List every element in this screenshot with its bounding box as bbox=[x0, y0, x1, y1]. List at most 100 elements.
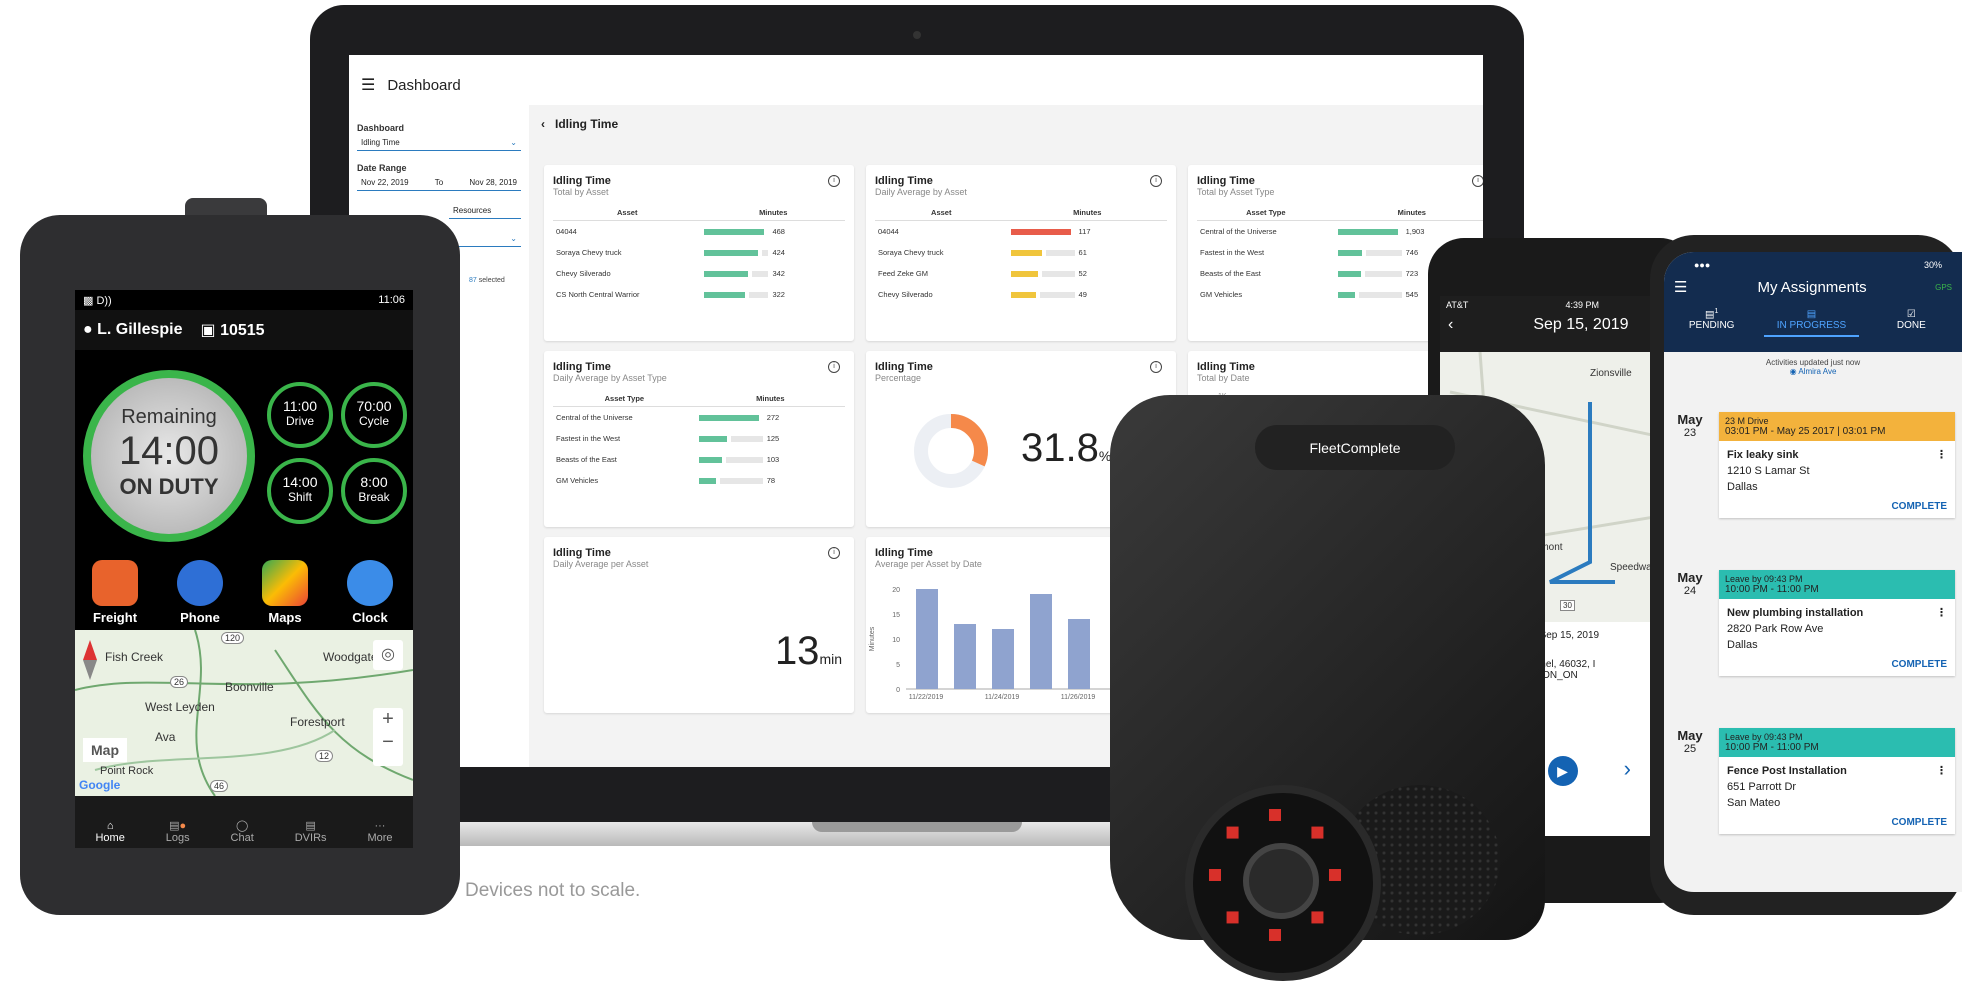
column-header: Asset Type bbox=[553, 391, 696, 407]
card-title: Idling Time bbox=[875, 175, 933, 187]
row-name: Feed Zeke GM bbox=[878, 269, 929, 278]
value-bar bbox=[1010, 292, 1036, 299]
row-name: Central of the Universe bbox=[556, 413, 633, 422]
phone-status: AT&T 4:39 PM bbox=[1446, 300, 1599, 310]
breadcrumb[interactable]: ‹ Idling Time bbox=[541, 117, 618, 131]
tab-in-progress[interactable]: ▤ IN PROGRESS bbox=[1763, 305, 1860, 338]
value-bar bbox=[704, 229, 765, 236]
locate-icon[interactable]: ◎ bbox=[373, 640, 403, 670]
road-label: 12 bbox=[315, 750, 334, 762]
app-phone[interactable]: Phone bbox=[170, 560, 230, 625]
menu-icon[interactable]: ☰ bbox=[1674, 278, 1687, 296]
status-bar: ▩ D)) 11:06 bbox=[75, 290, 413, 310]
job-header: Leave by 09:43 PM 10:00 PM - 11:00 PM bbox=[1719, 570, 1955, 599]
ir-led bbox=[1269, 809, 1281, 821]
table-row[interactable]: 04044 117 bbox=[875, 221, 1167, 243]
dashboard-select[interactable]: Idling Time ⌄ bbox=[357, 135, 521, 151]
x-tick-label: 11/24/2019 bbox=[985, 694, 1020, 701]
info-icon[interactable]: i bbox=[1150, 175, 1162, 187]
dashboard-card[interactable]: Idling Time Daily Average by Asset Type … bbox=[544, 351, 854, 527]
nav-dvirs[interactable]: ▤ DVIRs bbox=[295, 819, 327, 844]
next-icon[interactable]: › bbox=[1624, 756, 1631, 781]
ir-leds bbox=[1209, 809, 1341, 941]
nav-home[interactable]: ⌂ Home bbox=[95, 820, 124, 844]
row-name: Fastest in the West bbox=[556, 434, 621, 443]
app-clock[interactable]: Clock bbox=[340, 560, 400, 625]
row-value: 723 bbox=[1405, 269, 1419, 278]
google-logo: Google bbox=[79, 778, 121, 792]
road-label: 120 bbox=[221, 632, 245, 644]
row-value: 424 bbox=[772, 248, 785, 257]
check-icon: ☑ bbox=[1906, 309, 1916, 321]
column-header: Asset bbox=[875, 205, 1008, 221]
complete-button[interactable]: COMPLETE bbox=[1719, 659, 1955, 676]
more-vert-icon[interactable]: ⋮ bbox=[1936, 763, 1947, 779]
dashboard-card[interactable]: Idling Time Total by Asset i Asset Minutes… bbox=[544, 165, 854, 341]
nav-chat[interactable]: ◯ Chat bbox=[231, 819, 254, 844]
info-icon[interactable]: i bbox=[1150, 361, 1162, 373]
nav-more[interactable]: ··· More bbox=[367, 820, 392, 844]
info-icon[interactable]: i bbox=[1472, 175, 1483, 187]
tab-done[interactable]: ☑ DONE bbox=[1864, 305, 1959, 335]
table-row[interactable]: Chevy Silverado 49 bbox=[875, 284, 1167, 305]
info-icon[interactable]: i bbox=[828, 175, 840, 187]
more-icon: ··· bbox=[374, 820, 386, 832]
job-header: 23 M Drive 03:01 PM - May 25 2017 | 03:01… bbox=[1719, 412, 1955, 441]
card-subtitle: Percentage bbox=[875, 373, 922, 383]
table-row[interactable]: Chevy Silverado 342 bbox=[553, 263, 845, 284]
info-icon[interactable]: i bbox=[828, 547, 840, 559]
app-maps[interactable]: Maps bbox=[255, 560, 315, 625]
compass-icon[interactable] bbox=[83, 640, 97, 680]
dashboard-card[interactable]: Idling Time Daily Average per Asset i 13m… bbox=[544, 537, 854, 713]
info-icon[interactable]: i bbox=[828, 361, 840, 373]
app-freight[interactable]: Freight bbox=[85, 560, 145, 625]
resources-field[interactable]: Resources bbox=[449, 203, 521, 219]
road-label: 26 bbox=[170, 676, 189, 688]
dashboard-card[interactable]: Idling Time Daily Average by Asset i Asse… bbox=[866, 165, 1176, 341]
menu-icon[interactable]: ☰ bbox=[361, 75, 375, 95]
table-row[interactable]: Feed Zeke GM 52 bbox=[875, 263, 1167, 284]
tab-pending[interactable]: ▤1 PENDING bbox=[1664, 304, 1759, 335]
back-chevron-icon[interactable]: ‹ bbox=[541, 117, 545, 131]
back-icon[interactable]: ‹ bbox=[1448, 316, 1453, 334]
table-row[interactable]: GM Vehicles 78 bbox=[553, 470, 845, 491]
table-row[interactable]: Central of the Universe 1,903 bbox=[1197, 221, 1483, 243]
remaining-time: 14:00 bbox=[118, 429, 220, 473]
table-row[interactable]: CS North Central Warrior 322 bbox=[553, 284, 845, 305]
resources-select[interactable]: ⌄ bbox=[449, 231, 521, 247]
table-row[interactable]: Soraya Chevy truck 61 bbox=[875, 242, 1167, 263]
drive-ring[interactable]: 11:00 Drive bbox=[267, 382, 333, 448]
table-row[interactable]: Fastest in the West 125 bbox=[553, 428, 845, 449]
play-icon[interactable]: ▶ bbox=[1547, 756, 1578, 786]
zoom-out-icon[interactable]: − bbox=[373, 731, 403, 754]
place-label: Zionsville bbox=[1590, 368, 1632, 379]
map-widget[interactable]: Fish Creek Boonville West Leyden Forestp… bbox=[75, 629, 413, 797]
job-card[interactable]: Leave by 09:43 PM 10:00 PM - 11:00 PM ⋮ Ne… bbox=[1719, 570, 1955, 676]
cycle-ring[interactable]: 70:00 Cycle bbox=[341, 382, 407, 448]
laptop-camera bbox=[913, 31, 921, 39]
date-range-field[interactable]: Nov 22, 2019 To Nov 28, 2019 bbox=[357, 175, 521, 191]
truck-icon: ▣ bbox=[200, 322, 216, 339]
table-row[interactable]: Beasts of the East 103 bbox=[553, 449, 845, 470]
complete-button[interactable]: COMPLETE bbox=[1719, 501, 1955, 518]
y-tick-label: 5 bbox=[896, 662, 900, 669]
more-vert-icon[interactable]: ⋮ bbox=[1936, 605, 1947, 621]
row-value: 117 bbox=[1078, 227, 1091, 236]
job-card[interactable]: 23 M Drive 03:01 PM - May 25 2017 | 03:01… bbox=[1719, 412, 1955, 518]
table-row[interactable]: Soraya Chevy truck 424 bbox=[553, 242, 845, 263]
table-row[interactable]: 04044 468 bbox=[553, 221, 845, 243]
job-card[interactable]: Leave by 09:43 PM 10:00 PM - 11:00 PM ⋮ Fe… bbox=[1719, 728, 1955, 834]
table-row[interactable]: Central of the Universe 272 bbox=[553, 407, 845, 429]
job-title: Fix leaky sink bbox=[1727, 449, 1799, 461]
break-ring[interactable]: 8:00 Break bbox=[341, 458, 407, 524]
card-subtitle: Daily Average per Asset bbox=[553, 559, 649, 569]
more-vert-icon[interactable]: ⋮ bbox=[1936, 447, 1947, 463]
zoom-controls[interactable]: + − bbox=[373, 708, 403, 766]
nav-logs[interactable]: ▤● Logs bbox=[166, 819, 190, 844]
remaining-dial[interactable]: Remaining 14:00 ON DUTY bbox=[83, 370, 255, 542]
shift-ring[interactable]: 14:00 Shift bbox=[267, 458, 333, 524]
zoom-in-icon[interactable]: + bbox=[373, 708, 403, 731]
map-button[interactable]: Map bbox=[83, 738, 127, 762]
status-tabs: ▤1 PENDING ▤ IN PROGRESS ☑ DONE bbox=[1664, 304, 1962, 338]
complete-button[interactable]: COMPLETE bbox=[1719, 817, 1955, 834]
